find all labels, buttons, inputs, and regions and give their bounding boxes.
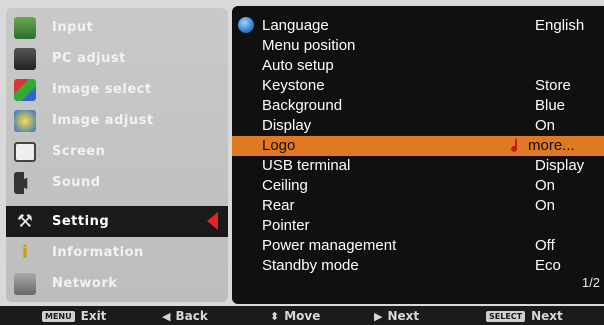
setting-name: Auto setup <box>262 57 334 74</box>
setting-name: USB terminal <box>262 157 351 174</box>
setting-name: Background <box>262 97 343 114</box>
globe-icon <box>238 17 254 33</box>
setting-row-rear[interactable]: Rear On <box>232 196 604 216</box>
setting-name: Pointer <box>262 217 310 234</box>
setting-value: Store <box>535 77 571 94</box>
image-adjust-icon <box>14 109 36 132</box>
image-select-icon <box>14 78 36 101</box>
setting-name: Ceiling <box>262 177 308 194</box>
menu-item-setting[interactable]: ⚒ Setting <box>6 206 228 237</box>
hint-next-label: Next <box>387 309 420 323</box>
setting-panel: Language English Menu position Auto setu… <box>232 6 604 304</box>
setting-value: On <box>535 117 556 134</box>
up-down-arrow-icon: ⬍ <box>270 309 280 323</box>
note-icon <box>511 138 518 152</box>
menu-item-screen[interactable]: Screen <box>6 136 228 167</box>
menu-item-label: Input <box>52 20 94 35</box>
setting-name: Standby mode <box>262 257 359 274</box>
setting-value: English <box>535 17 585 34</box>
menu-item-input[interactable]: Input <box>6 12 228 43</box>
setting-name: Menu position <box>262 37 356 54</box>
setting-row-ceiling[interactable]: Ceiling On <box>232 176 604 196</box>
network-icon <box>14 272 36 295</box>
setting-name: Power management <box>262 237 397 254</box>
input-icon <box>14 16 36 39</box>
hint-back: ◀ Back <box>162 309 208 323</box>
hint-move-label: Move <box>284 309 321 323</box>
setting-row-usb-terminal[interactable]: USB terminal Display <box>232 156 604 176</box>
setting-value: On <box>535 177 556 194</box>
setting-value: On <box>535 197 556 214</box>
menu-item-label: Sound <box>52 175 101 190</box>
setting-row-menu-position[interactable]: Menu position <box>232 36 604 56</box>
menu-item-label: Image select <box>52 82 152 97</box>
screen-icon <box>14 141 36 162</box>
setting-row-standby-mode[interactable]: Standby mode Eco <box>232 256 604 276</box>
menu-item-label: Screen <box>52 144 106 159</box>
setting-icon: ⚒ <box>16 211 34 232</box>
setting-name: Language <box>262 17 329 34</box>
sound-icon: ◖ <box>14 171 36 194</box>
setting-name: Logo <box>262 137 296 154</box>
button-guide-bar: MENU Exit ◀ Back ⬍ Move ▶ Next SELECT Ne… <box>0 306 604 325</box>
select-key-badge: SELECT <box>486 310 526 322</box>
setting-row-display[interactable]: Display On <box>232 116 604 136</box>
setting-value: Display <box>535 157 585 174</box>
hint-exit: MENU Exit <box>42 309 106 323</box>
left-arrow-icon: ◀ <box>162 309 171 323</box>
hint-exit-label: Exit <box>80 309 107 323</box>
menu-item-sound[interactable]: ◖ Sound <box>6 167 228 198</box>
setting-value: Eco <box>535 257 561 274</box>
menu-item-label: Network <box>52 276 118 291</box>
setting-name: Rear <box>262 197 295 214</box>
hint-next: ▶ Next <box>374 309 419 323</box>
menu-key-badge: MENU <box>42 310 75 322</box>
menu-item-label: Information <box>52 245 144 260</box>
menu-item-image-select[interactable]: Image select <box>6 74 228 105</box>
setting-row-auto-setup[interactable]: Auto setup <box>232 56 604 76</box>
menu-item-label: PC adjust <box>52 51 126 66</box>
category-menu: Input PC adjust Image select Image adjus… <box>6 8 228 302</box>
right-arrow-icon: ▶ <box>374 309 383 323</box>
menu-item-pc-adjust[interactable]: PC adjust <box>6 43 228 74</box>
setting-row-power-management[interactable]: Power management Off <box>232 236 604 256</box>
setting-name: Display <box>262 117 312 134</box>
hint-select-next: SELECT Next <box>486 309 563 323</box>
hint-select-next-label: Next <box>531 309 563 323</box>
setting-row-language[interactable]: Language English <box>232 16 604 36</box>
setting-row-background[interactable]: Background Blue <box>232 96 604 116</box>
menu-item-label: Setting <box>52 214 110 229</box>
menu-item-label: Image adjust <box>52 113 154 128</box>
selected-arrow-icon <box>207 212 218 230</box>
hint-back-label: Back <box>175 309 208 323</box>
menu-item-information[interactable]: i Information <box>6 237 228 268</box>
page-indicator: 1/2 <box>581 275 600 290</box>
information-icon: i <box>21 242 29 263</box>
setting-value: Off <box>535 237 555 254</box>
menu-item-image-adjust[interactable]: Image adjust <box>6 105 228 136</box>
setting-name: Keystone <box>262 77 325 94</box>
setting-value: more... <box>528 137 575 154</box>
setting-row-pointer[interactable]: Pointer <box>232 216 604 236</box>
menu-item-network[interactable]: Network <box>6 268 228 299</box>
pc-adjust-icon <box>14 47 36 70</box>
setting-value: Blue <box>535 97 566 114</box>
setting-row-keystone[interactable]: Keystone Store <box>232 76 604 96</box>
setting-row-logo[interactable]: Logo more... <box>232 136 604 156</box>
hint-move: ⬍ Move <box>270 309 320 323</box>
